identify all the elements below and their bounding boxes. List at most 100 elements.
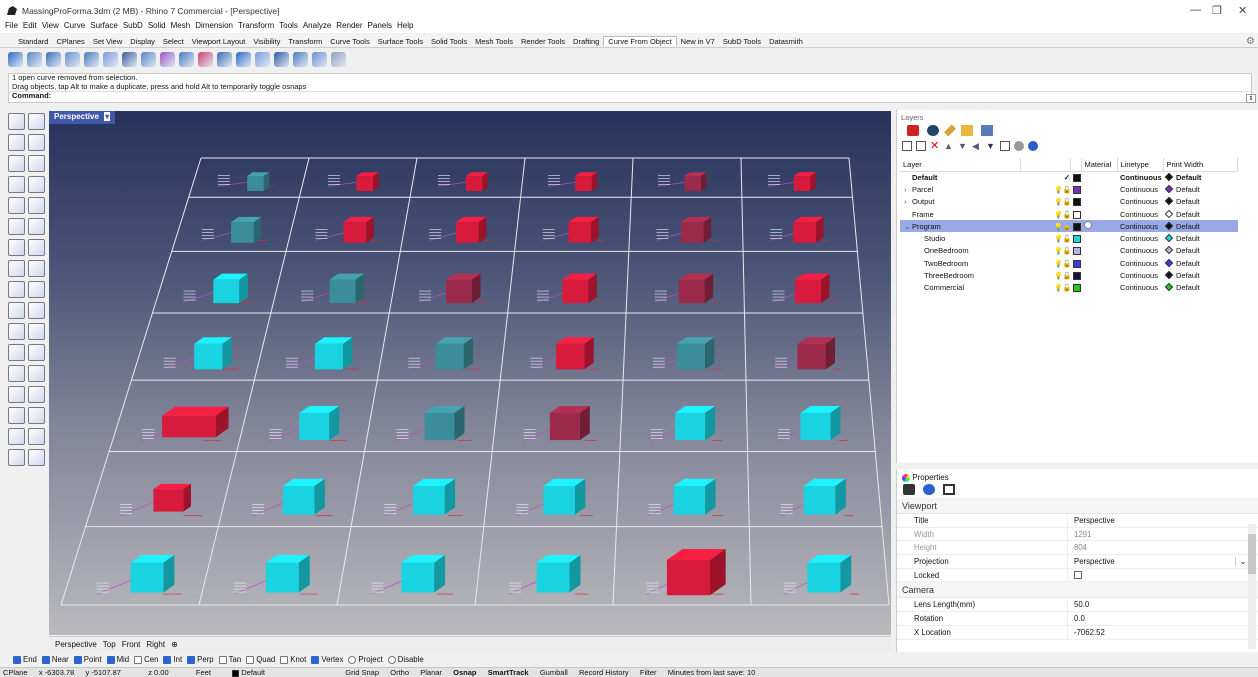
massing-block[interactable]	[429, 216, 492, 243]
osnap-checkbox[interactable]	[348, 655, 357, 664]
massing-block[interactable]	[768, 172, 821, 191]
array-icon[interactable]	[28, 323, 45, 340]
layer-name-cell[interactable]: OneBedroom	[900, 245, 1020, 257]
status-units[interactable]: Feet	[196, 668, 211, 677]
massing-block[interactable]	[657, 172, 711, 191]
solid-box-icon[interactable]	[8, 239, 25, 256]
polyline-icon[interactable]	[65, 51, 80, 67]
layer-name-cell[interactable]: Frame	[900, 208, 1020, 220]
column-print-width[interactable]: Print Width	[1163, 158, 1238, 172]
osnap-near[interactable]: Near	[41, 655, 69, 664]
delete-layer-icon[interactable]: ✕	[930, 141, 940, 152]
move-down-icon[interactable]: ▼	[958, 141, 968, 151]
layer-print-width[interactable]: Default	[1163, 196, 1238, 208]
layer-color-swatch[interactable]	[1073, 247, 1081, 256]
layer-material-cell[interactable]	[1081, 220, 1117, 233]
layer-color-swatch[interactable]	[1073, 210, 1081, 219]
layer-linetype[interactable]: Continuous	[1117, 282, 1163, 294]
layers-tab-icon[interactable]	[907, 125, 919, 136]
surface-icon[interactable]	[8, 260, 25, 277]
properties-tab-icon[interactable]	[927, 125, 939, 136]
menu-edit[interactable]: Edit	[23, 21, 37, 30]
tab-curve-tools[interactable]: Curve Tools	[326, 37, 373, 46]
tab-display[interactable]: Display	[126, 37, 159, 46]
tab-set-view[interactable]: Set View	[89, 37, 126, 46]
arc-icon[interactable]	[8, 197, 25, 214]
lightbulb-lock-icon[interactable]: 💡🔓	[1054, 235, 1071, 243]
network-icon[interactable]	[103, 51, 118, 67]
layer-name-cell[interactable]: Studio	[900, 232, 1020, 244]
property-value[interactable]: 50.0	[1067, 598, 1258, 612]
tab-new-in-v7[interactable]: New in V7	[677, 37, 719, 46]
osnap-int[interactable]: Int	[163, 655, 182, 664]
property-value[interactable]: 0.0	[1067, 612, 1258, 625]
layer-material-cell[interactable]	[1081, 171, 1117, 183]
layer-state-cell[interactable]: 💡🔓	[1020, 245, 1071, 257]
lightbulb-lock-icon[interactable]: 💡🔓	[1054, 272, 1071, 280]
layer-color-cell[interactable]	[1070, 257, 1081, 269]
curve-icon[interactable]	[28, 134, 45, 151]
massing-block[interactable]	[508, 555, 589, 595]
render-tab-icon[interactable]	[943, 124, 957, 137]
layer-print-width[interactable]: Default	[1163, 257, 1238, 269]
massing-block[interactable]	[648, 478, 724, 517]
massing-block[interactable]	[419, 273, 487, 304]
massing-block[interactable]	[396, 405, 472, 441]
status-cplane[interactable]: CPlane	[3, 668, 28, 677]
layer-name-cell[interactable]: › Parcel	[900, 183, 1020, 195]
osnap-checkbox[interactable]	[163, 655, 172, 664]
line-icon[interactable]	[46, 51, 61, 67]
status-grid-snap[interactable]: Grid Snap	[345, 668, 379, 677]
lightbulb-lock-icon[interactable]: 💡🔓	[1054, 247, 1071, 255]
massing-block[interactable]	[650, 405, 723, 441]
help-icon[interactable]	[1028, 141, 1038, 151]
osnap-disable[interactable]: Disable	[387, 655, 424, 664]
maximize-button[interactable]: ❐	[1212, 4, 1222, 17]
layer-material-cell[interactable]	[1081, 183, 1117, 195]
layer-linetype[interactable]: Continuous	[1117, 257, 1163, 269]
layer-state-cell[interactable]: ✓	[1020, 171, 1070, 183]
menu-dimension[interactable]: Dimension	[195, 21, 233, 30]
layer-state-cell[interactable]: 💡🔓	[1020, 269, 1071, 281]
subd-icon[interactable]	[274, 51, 289, 67]
layer-color-swatch[interactable]	[1073, 222, 1081, 231]
properties-scrollbar[interactable]	[1248, 524, 1256, 649]
polygon-icon[interactable]	[8, 176, 25, 193]
massing-block[interactable]	[770, 216, 830, 243]
cylinder-icon[interactable]	[27, 51, 42, 67]
layer-name-cell[interactable]: TwoBedroom	[900, 257, 1020, 269]
display-tab-icon[interactable]	[981, 125, 993, 136]
osnap-mid[interactable]: Mid	[106, 655, 129, 664]
layer-state-cell[interactable]: 💡🔓	[1020, 220, 1071, 233]
render-settings-icon[interactable]	[923, 484, 935, 495]
massing-block[interactable]	[656, 216, 717, 243]
layer-row[interactable]: Default ✓ Continuous Default	[900, 171, 1238, 183]
massing-block[interactable]	[547, 172, 602, 191]
minimize-button[interactable]: —	[1190, 4, 1201, 16]
column-linetype[interactable]: Linetype	[1117, 158, 1164, 172]
tab-standard[interactable]: Standard	[14, 37, 52, 46]
menu-render[interactable]: Render	[336, 21, 362, 30]
massing-block[interactable]	[652, 337, 722, 370]
massing-block[interactable]	[201, 216, 267, 243]
status-osnap[interactable]: Osnap	[453, 668, 476, 677]
layer-print-width[interactable]: Default	[1163, 220, 1238, 233]
tab-curve-from-object[interactable]: Curve From Object	[603, 36, 677, 46]
column-layer[interactable]: Layer	[900, 158, 1021, 172]
loft-icon[interactable]	[179, 51, 194, 67]
layer-color-cell[interactable]	[1070, 282, 1081, 294]
osnap-project[interactable]: Project	[348, 655, 383, 664]
status-ortho[interactable]: Ortho	[390, 668, 409, 677]
camera-icon[interactable]	[903, 484, 915, 495]
column-material[interactable]: Material	[1081, 158, 1118, 172]
osnap-checkbox[interactable]	[387, 655, 396, 664]
massing-block[interactable]	[285, 337, 360, 370]
cube-icon[interactable]	[331, 51, 346, 67]
surface-icon[interactable]	[141, 51, 156, 67]
lightbulb-lock-icon[interactable]: 💡🔓	[1054, 211, 1071, 219]
dimension-icon[interactable]	[28, 365, 45, 382]
layer-color-swatch[interactable]	[1073, 198, 1081, 207]
helix-icon[interactable]	[28, 218, 45, 235]
massing-block[interactable]	[774, 337, 842, 370]
osnap-checkbox[interactable]	[218, 655, 227, 664]
